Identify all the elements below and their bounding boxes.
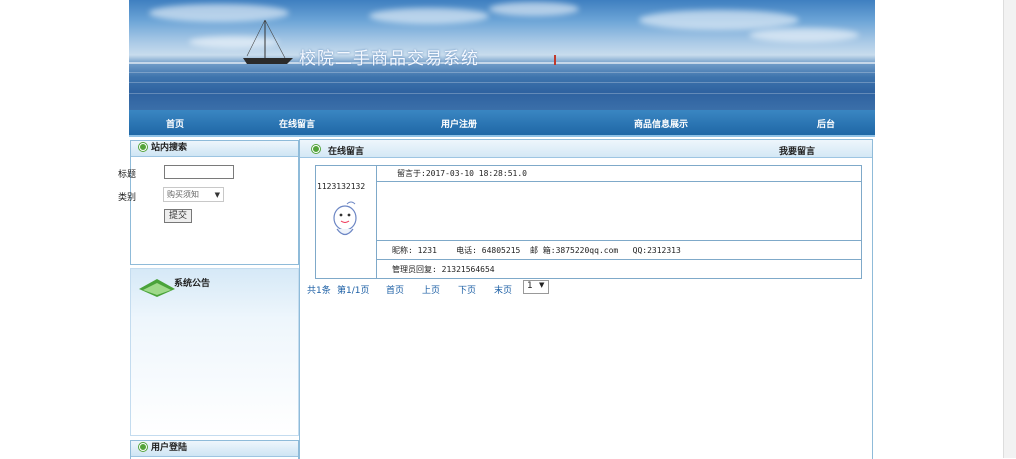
- pager-first-link[interactable]: 首页: [386, 283, 404, 296]
- login-panel-header: 用户登陆: [131, 441, 298, 457]
- notice-title: 系统公告: [174, 279, 211, 289]
- bullet-icon: [139, 142, 147, 151]
- pager-next-link[interactable]: 下页: [458, 283, 476, 296]
- title-label: 标题: [118, 170, 137, 180]
- sailboat-icon: [243, 19, 293, 64]
- nav-products[interactable]: 商品信息展示: [634, 117, 688, 130]
- search-panel-header: 站内搜索: [131, 141, 298, 157]
- message-info-row: 昵称: 1231 电话: 64805215 邮 箱:3875220qq.com …: [377, 241, 861, 260]
- pager-last-link[interactable]: 末页: [494, 283, 512, 296]
- buoy-marker: [554, 55, 556, 65]
- guestbook-header: 在线留言 我要留言: [300, 140, 872, 158]
- submit-button[interactable]: 提交: [164, 209, 192, 223]
- nav-home[interactable]: 首页: [166, 117, 184, 130]
- message-content-row: 1123132132: [317, 182, 861, 241]
- page-scrollbar[interactable]: [1003, 0, 1016, 458]
- message-reply-row: 管理员回复: 21321564654: [377, 260, 861, 277]
- category-label: 类别: [118, 193, 137, 203]
- pager-page: 第1/1页: [337, 286, 370, 296]
- nav-guestbook[interactable]: 在线留言: [279, 117, 315, 130]
- admin-reply: 管理员回复: 21321564654: [392, 265, 495, 274]
- message-info: 昵称: 1231 电话: 64805215 邮 箱:3875220qq.com …: [392, 246, 681, 255]
- category-select[interactable]: 购买须知 ▼: [163, 187, 224, 202]
- main-nav: 首页 在线留言 用户注册 商品信息展示 后台: [129, 110, 875, 137]
- page-select-value: 1: [527, 281, 533, 291]
- bullet-icon: [312, 145, 320, 153]
- notice-panel: 系统公告: [130, 268, 299, 436]
- guestbook-panel: 在线留言 我要留言 留言于:2017-03-10 18:28:51.0 1123…: [299, 139, 873, 459]
- nav-admin[interactable]: 后台: [817, 117, 835, 130]
- search-panel: 站内搜索: [130, 140, 299, 265]
- page-select[interactable]: 1 ▼: [523, 280, 549, 294]
- login-panel-title: 用户登陆: [151, 443, 188, 453]
- bullet-icon: [139, 442, 147, 451]
- book-icon: [139, 279, 175, 297]
- message-time-row: 留言于:2017-03-10 18:28:51.0: [377, 166, 861, 182]
- nav-register[interactable]: 用户注册: [441, 117, 477, 130]
- pager-total: 共1条: [307, 286, 331, 296]
- message-entry: 留言于:2017-03-10 18:28:51.0 1123132132 昵称:…: [315, 165, 862, 279]
- avatar: [333, 201, 357, 236]
- guestbook-title: 在线留言: [328, 147, 365, 157]
- pager-prev-link[interactable]: 上页: [422, 283, 440, 296]
- chevron-down-icon: ▼: [214, 191, 220, 199]
- message-time: 留言于:2017-03-10 18:28:51.0: [397, 169, 527, 178]
- site-title: 校院二手商品交易系统: [299, 49, 479, 69]
- header-banner: 校院二手商品交易系统: [129, 0, 875, 110]
- page-container: 校院二手商品交易系统 首页 在线留言 用户注册 商品信息展示 后台 站内搜索 标…: [118, 0, 875, 459]
- title-input[interactable]: [164, 165, 234, 179]
- search-panel-title: 站内搜索: [151, 143, 188, 153]
- category-select-value: 购买须知: [167, 190, 199, 199]
- message-content: 1123132132: [317, 182, 366, 191]
- write-message-link[interactable]: 我要留言: [779, 144, 815, 157]
- login-panel: 用户登陆: [130, 440, 299, 459]
- chevron-down-icon: ▼: [539, 281, 545, 289]
